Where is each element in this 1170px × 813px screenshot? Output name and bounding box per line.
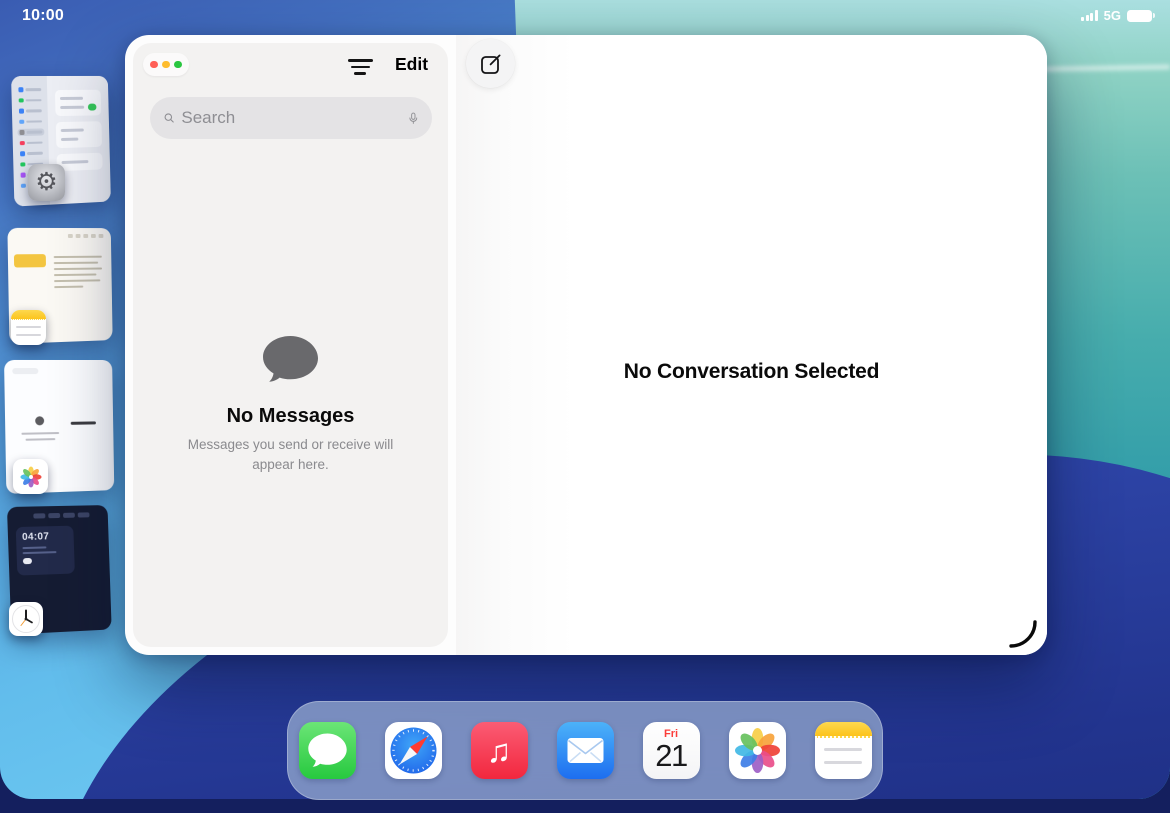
notes-icon[interactable] (11, 310, 46, 345)
music-note-glyph: ♫ (486, 732, 512, 769)
clock-thumbnail-worldclock-card: 04:07 (15, 525, 75, 576)
calendar-day-label: 21 (655, 738, 688, 773)
notes-thumbnail-selected-note (13, 254, 47, 268)
clock-thumbnail-time: 04:07 (21, 531, 50, 544)
messages-sidebar: Edit No Messages Messages you se (133, 43, 448, 647)
edit-button[interactable]: Edit (395, 54, 428, 75)
clock-icon[interactable] (9, 602, 43, 636)
window-resize-handle[interactable] (1008, 619, 1038, 649)
zoom-window-dot (174, 60, 182, 69)
dock-photos-icon[interactable] (728, 722, 786, 779)
filter-lines-icon[interactable] (346, 55, 374, 79)
no-messages-caption: Messages you send or receive will appear… (187, 437, 394, 472)
conversation-panel: No Conversation Selected (456, 35, 1047, 655)
notes-icon-header (814, 722, 872, 738)
microphone-icon[interactable] (409, 108, 418, 129)
photos-thumbnail-glyph (35, 416, 45, 426)
toggle-on-icon (87, 103, 97, 111)
ipad-screen: 10:00 5G ⚙ 04:07 No Conversation Selecte… (0, 0, 1170, 813)
cellular-bars-icon (1081, 10, 1098, 21)
messages-window: No Conversation Selected Edit Search No … (125, 35, 1047, 655)
dock-messages-icon[interactable] (298, 722, 356, 779)
dock: ♫ Fri 21 (287, 701, 883, 800)
settings-gear-icon[interactable]: ⚙ (28, 164, 65, 201)
magnifier-icon (164, 113, 174, 123)
chat-bubble-icon (263, 336, 318, 382)
no-messages-empty-state: No Messages Messages you send or receive… (133, 335, 448, 475)
stage-manager-strip: ⚙ 04:07 (0, 0, 130, 813)
dock-notes-icon[interactable] (814, 722, 872, 779)
status-time: 10:00 (22, 7, 64, 24)
close-window-dot (150, 60, 158, 69)
dock-safari-icon[interactable] (384, 722, 442, 779)
dock-calendar-icon[interactable]: Fri 21 (642, 722, 700, 779)
battery-full-icon (1127, 9, 1155, 22)
dock-music-icon[interactable]: ♫ (470, 722, 528, 779)
search-input[interactable] (181, 108, 403, 128)
network-type-label: 5G (1103, 8, 1121, 23)
status-bar: 10:00 5G (0, 0, 1170, 30)
photos-flower-icon[interactable] (13, 459, 48, 494)
square-and-pencil-icon (480, 54, 501, 74)
no-conversation-title: No Conversation Selected (623, 360, 880, 383)
search-bar[interactable] (150, 97, 432, 139)
dock-mail-icon[interactable] (556, 722, 614, 779)
compose-button[interactable] (466, 39, 515, 88)
minimize-window-dot (162, 60, 170, 69)
window-controls[interactable] (143, 53, 189, 76)
no-messages-title: No Messages (226, 405, 355, 427)
